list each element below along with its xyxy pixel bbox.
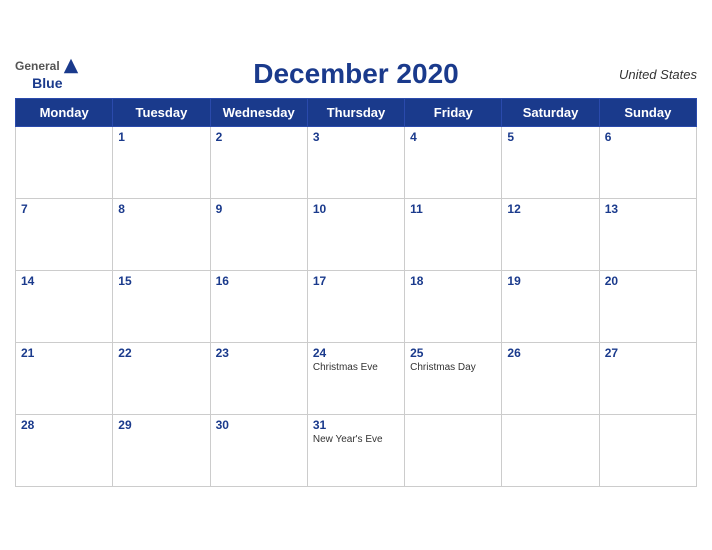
calendar-cell: 28: [16, 415, 113, 487]
day-number: 9: [216, 202, 302, 216]
calendar-cell: 4: [405, 127, 502, 199]
calendar-body: 123456789101112131415161718192021222324C…: [16, 127, 697, 487]
calendar-cell: 9: [210, 199, 307, 271]
day-number: 11: [410, 202, 496, 216]
day-number: 27: [605, 346, 691, 360]
logo-blue: Blue: [32, 75, 62, 91]
calendar-week-row: 14 15 16 17 18 19 20: [16, 271, 697, 343]
day-number: 3: [313, 130, 399, 144]
weekday-tuesday: Tuesday: [113, 99, 210, 127]
calendar-cell: [599, 415, 696, 487]
day-number: 29: [118, 418, 204, 432]
logo-general: General: [15, 59, 60, 73]
day-number: 12: [507, 202, 593, 216]
calendar-table: Monday Tuesday Wednesday Thursday Friday…: [15, 98, 697, 487]
calendar-cell: 27: [599, 343, 696, 415]
calendar-cell: 25 Christmas Day: [405, 343, 502, 415]
day-number: 6: [605, 130, 691, 144]
calendar-week-row: 123456: [16, 127, 697, 199]
day-number: 5: [507, 130, 593, 144]
calendar-cell: 30: [210, 415, 307, 487]
weekday-wednesday: Wednesday: [210, 99, 307, 127]
day-number: 21: [21, 346, 107, 360]
calendar-title: December 2020: [253, 58, 458, 90]
day-number: 2: [216, 130, 302, 144]
country-label: United States: [619, 67, 697, 82]
calendar-cell: 26: [502, 343, 599, 415]
calendar-cell: 19: [502, 271, 599, 343]
holiday-label: Christmas Eve: [313, 362, 399, 373]
holiday-label: Christmas Day: [410, 362, 496, 373]
calendar-cell: 13: [599, 199, 696, 271]
weekday-saturday: Saturday: [502, 99, 599, 127]
calendar-cell: 16: [210, 271, 307, 343]
day-number: 1: [118, 130, 204, 144]
day-number: 25: [410, 346, 496, 360]
day-number: 20: [605, 274, 691, 288]
day-number: 16: [216, 274, 302, 288]
calendar-cell: [405, 415, 502, 487]
day-number: 28: [21, 418, 107, 432]
calendar-cell: 2: [210, 127, 307, 199]
day-number: 31: [313, 418, 399, 432]
day-number: 15: [118, 274, 204, 288]
calendar-cell: 12: [502, 199, 599, 271]
day-number: 22: [118, 346, 204, 360]
calendar-cell: 3: [307, 127, 404, 199]
day-number: 19: [507, 274, 593, 288]
calendar-header: General Blue December 2020 United States: [15, 58, 697, 90]
calendar-cell: 18: [405, 271, 502, 343]
calendar-cell: 11: [405, 199, 502, 271]
day-number: 8: [118, 202, 204, 216]
day-number: 17: [313, 274, 399, 288]
day-number: 7: [21, 202, 107, 216]
holiday-label: New Year's Eve: [313, 434, 399, 445]
weekday-thursday: Thursday: [307, 99, 404, 127]
day-number: 18: [410, 274, 496, 288]
day-number: 10: [313, 202, 399, 216]
calendar-cell: 10: [307, 199, 404, 271]
calendar-cell: 6: [599, 127, 696, 199]
calendar-cell: 22: [113, 343, 210, 415]
day-number: 23: [216, 346, 302, 360]
day-number: 26: [507, 346, 593, 360]
calendar-cell: 29: [113, 415, 210, 487]
calendar-cell: 14: [16, 271, 113, 343]
day-number: 4: [410, 130, 496, 144]
calendar-cell: 8: [113, 199, 210, 271]
day-number: 30: [216, 418, 302, 432]
calendar-cell: 20: [599, 271, 696, 343]
calendar-cell: 5: [502, 127, 599, 199]
calendar-week-row: 21 22 23 24 Christmas Eve 25 Christmas Day 26 27: [16, 343, 697, 415]
calendar-cell: 1: [113, 127, 210, 199]
calendar-cell: 31 New Year's Eve: [307, 415, 404, 487]
calendar-cell: [502, 415, 599, 487]
calendar-week-row: 789 10 11 12 13: [16, 199, 697, 271]
day-number: 14: [21, 274, 107, 288]
calendar-wrapper: General Blue December 2020 United States…: [0, 48, 712, 502]
calendar-cell: [16, 127, 113, 199]
weekday-friday: Friday: [405, 99, 502, 127]
weekday-header-row: Monday Tuesday Wednesday Thursday Friday…: [16, 99, 697, 127]
calendar-cell: 7: [16, 199, 113, 271]
calendar-cell: 17: [307, 271, 404, 343]
calendar-cell: 21: [16, 343, 113, 415]
weekday-sunday: Sunday: [599, 99, 696, 127]
logo-icon: [62, 57, 80, 75]
calendar-cell: 23: [210, 343, 307, 415]
calendar-cell: 15: [113, 271, 210, 343]
logo-area: General Blue: [15, 57, 80, 91]
calendar-week-row: 28 29 30 31 New Year's Eve: [16, 415, 697, 487]
day-number: 24: [313, 346, 399, 360]
calendar-cell: 24 Christmas Eve: [307, 343, 404, 415]
day-number: 13: [605, 202, 691, 216]
weekday-monday: Monday: [16, 99, 113, 127]
